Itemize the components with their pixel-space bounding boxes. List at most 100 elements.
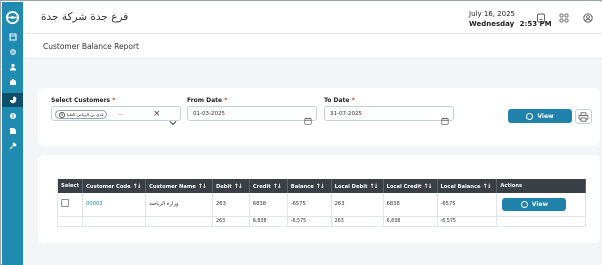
printer-icon (578, 111, 589, 122)
apps-grid-icon[interactable] (558, 12, 570, 24)
table-header-row: Select Customer Code ↑↓ Customer Name ↑↓ D… (56, 179, 586, 193)
sort-icon[interactable]: ↑↓ (234, 183, 243, 190)
settings-icon[interactable] (2, 45, 23, 59)
user-profile-icon[interactable] (582, 12, 594, 24)
col-actions-label: Actions (500, 183, 523, 189)
total-credit: 6,838 (249, 216, 288, 227)
local-debit-cell: 263 (331, 193, 384, 217)
finance-icon[interactable] (2, 109, 23, 123)
users-icon[interactable] (2, 60, 23, 74)
total-local-balance: -6,575 (437, 216, 498, 227)
reports-icon[interactable] (2, 93, 23, 107)
col-customer-name-label: Customer Name (149, 183, 196, 190)
col-local-balance[interactable]: Local Balance ↑↓ (437, 179, 498, 193)
total-local-credit: 6,838 (383, 216, 438, 227)
view-report-button[interactable]: View (508, 109, 572, 123)
col-credit-label: Credit (252, 183, 271, 190)
sort-icon[interactable]: ↑↓ (133, 183, 142, 190)
results-card: Select Customer Code ↑↓ Customer Name ↑↓ D… (38, 155, 600, 243)
to-date-label: To Date * (324, 97, 355, 104)
to-date-field[interactable]: 31-07-2025 (324, 106, 454, 125)
totals-empty-cell (496, 216, 586, 227)
col-select: Select (56, 179, 84, 193)
calendar-icon[interactable] (304, 110, 312, 129)
more-selections-indicator: ... (118, 110, 124, 117)
filter-card: Select Customers * عدي بن الرياض العليا … (38, 88, 600, 146)
sort-icon[interactable]: ↑↓ (198, 183, 207, 190)
view-button-label: View (537, 112, 554, 120)
debit-cell: 263 (212, 193, 250, 217)
sidebar (2, 2, 23, 265)
col-customer-code[interactable]: Customer Code ↑↓ (82, 179, 147, 193)
balance-cell: -6575 (287, 193, 332, 217)
col-debit[interactable]: Debit ↑↓ (212, 179, 250, 193)
chevron-down-icon[interactable] (169, 111, 177, 130)
totals-row: 263 6,838 -6,575 263 6,838 -6,575 (56, 216, 586, 227)
customer-name-cell: وزارة الرياضة (145, 193, 213, 217)
sort-icon[interactable]: ↑↓ (273, 183, 282, 190)
col-select-label: Select (61, 183, 80, 189)
total-local-debit: 263 (331, 216, 384, 227)
from-date-field[interactable]: 01-03-2025 (187, 106, 317, 125)
customer-code-link[interactable]: 00003 (86, 201, 103, 207)
required-mark: * (224, 97, 228, 104)
required-mark: * (351, 97, 355, 104)
calendar-icon[interactable] (441, 110, 449, 129)
sort-icon[interactable]: ↑↓ (316, 183, 325, 190)
top-header: فرع جدة شركة جدة July 16, 2025 Wednesday… (23, 2, 602, 34)
total-balance: -6,575 (287, 216, 332, 227)
clear-selection-icon[interactable]: × (153, 109, 161, 119)
col-customer-name[interactable]: Customer Name ↑↓ (145, 179, 213, 193)
customers-label: Select Customers * (51, 97, 115, 104)
local-balance-cell: -6575 (437, 193, 498, 217)
app-window: فرع جدة شركة جدة July 16, 2025 Wednesday… (0, 0, 602, 265)
row-view-button-label: View (531, 200, 549, 208)
current-day: Wednesday (469, 20, 515, 28)
actions-cell: View (496, 193, 586, 217)
col-local-balance-label: Local Balance (440, 183, 481, 190)
col-local-credit[interactable]: Local Credit ↑↓ (383, 179, 438, 193)
inventory-icon[interactable] (2, 75, 23, 89)
col-local-debit[interactable]: Local Debit ↑↓ (331, 179, 384, 193)
col-balance[interactable]: Balance ↑↓ (287, 179, 332, 193)
col-local-credit-label: Local Credit (386, 183, 422, 190)
tablet-icon[interactable] (535, 12, 547, 24)
to-date-label-text: To Date (324, 97, 350, 104)
col-customer-code-label: Customer Code (86, 183, 131, 190)
view-circle-icon (526, 112, 534, 120)
dashboard-icon[interactable] (2, 30, 23, 44)
from-date-value: 01-03-2025 (193, 111, 225, 117)
company-name: فرع جدة شركة جدة (41, 11, 129, 23)
row-view-button[interactable]: View (502, 197, 567, 211)
page-title-bar: Customer Balance Report (23, 34, 602, 59)
from-date-label-text: From Date (187, 97, 223, 104)
totals-empty-cell (82, 216, 147, 227)
col-actions: Actions (496, 179, 586, 193)
catalog-icon[interactable] (2, 124, 23, 138)
print-button[interactable] (575, 109, 592, 124)
col-debit-label: Debit (215, 183, 232, 190)
local-credit-cell: 6838 (383, 193, 438, 217)
total-debit: 263 (212, 216, 250, 227)
sort-icon[interactable]: ↑↓ (423, 183, 432, 190)
balance-table: Select Customer Code ↑↓ Customer Name ↑↓ D… (56, 179, 586, 227)
customers-label-text: Select Customers (51, 97, 111, 104)
credit-cell: 6838 (249, 193, 288, 217)
row-checkbox[interactable] (61, 199, 69, 208)
col-credit[interactable]: Credit ↑↓ (249, 179, 288, 193)
table-row: 00003 وزارة الرياضة 263 6838 -6575 263 6… (56, 193, 586, 217)
page-title: Customer Balance Report (43, 42, 139, 51)
view-circle-icon (520, 200, 528, 208)
chip-remove-icon[interactable]: × (59, 111, 65, 118)
customer-chip[interactable]: عدي بن الرياض العليا × (55, 110, 107, 119)
totals-empty-cell (56, 216, 84, 227)
sort-icon[interactable]: ↑↓ (369, 183, 378, 190)
customer-code-cell[interactable]: 00003 (82, 193, 147, 217)
customers-select[interactable]: عدي بن الرياض العليا × ... × (51, 106, 181, 126)
tools-icon[interactable] (2, 139, 23, 153)
col-balance-label: Balance (290, 183, 314, 190)
app-logo-icon[interactable] (4, 9, 21, 26)
sort-icon[interactable]: ↑↓ (483, 183, 492, 190)
main-content: Select Customers * عدي بن الرياض العليا … (23, 59, 602, 265)
totals-empty-cell (145, 216, 213, 227)
